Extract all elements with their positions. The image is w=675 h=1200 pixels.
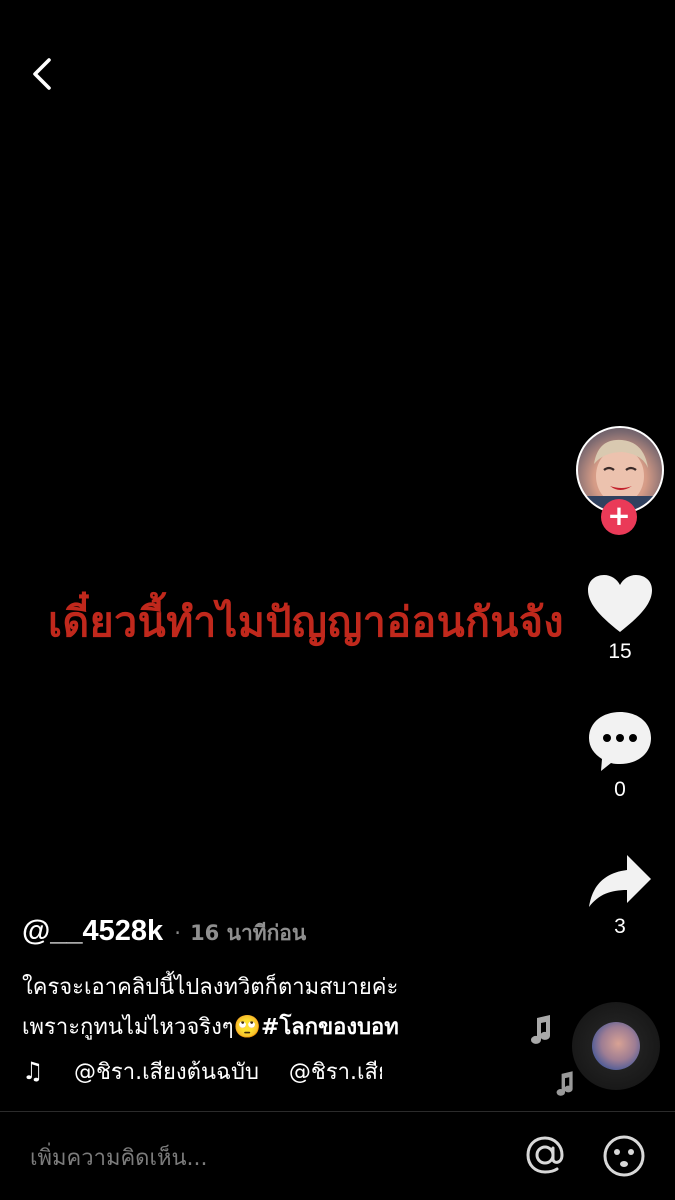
mention-button[interactable] [524, 1134, 566, 1180]
post-time: 16 นาทีก่อน [190, 921, 307, 945]
follow-button[interactable]: + [601, 499, 637, 535]
disc-cover-image [592, 1022, 640, 1070]
heart-icon [588, 575, 652, 632]
emoji-button[interactable] [602, 1134, 646, 1182]
music-ticker[interactable]: ♫ @ชิรา.เสียงต้นฉบับ @ชิรา.เสียงต้นฉบับ [22, 1053, 382, 1089]
meta-separator: · [174, 921, 181, 945]
comment-button[interactable]: 0 [575, 710, 665, 802]
speech-bubble-icon [589, 712, 651, 771]
video-overlay-text: เดี๋ยวนี้ทำไมปัญญาอ่อนกันจัง [48, 598, 564, 646]
music-disc[interactable] [572, 1002, 660, 1090]
post-description: ใครจะเอาคลิปนี้ไปลงทวิตก็ตามสบายค่ะ เพรา… [22, 968, 542, 1048]
post-meta: @__4528k · 16 นาทีก่อน [22, 915, 306, 950]
floating-music-note-icon [528, 1014, 554, 1052]
share-count: 3 [614, 915, 626, 938]
smiley-icon [603, 1135, 645, 1177]
back-button[interactable] [22, 52, 66, 96]
at-sign-icon [526, 1136, 564, 1174]
share-arrow-icon [589, 855, 651, 907]
description-line-1: ใครจะเอาคลิปนี้ไปลงทวิตก็ตามสบายค่ะ [22, 975, 399, 1000]
description-line-2-wrap: เพราะกูทนไม่ไหวจริงๆ🙄#โลกของบอท [22, 1008, 542, 1048]
chevron-left-icon [33, 58, 51, 90]
creator-avatar-group: + [576, 426, 664, 535]
eye-roll-emoji: 🙄 [233, 1015, 262, 1040]
floating-music-note-icon-2 [554, 1070, 576, 1104]
like-count: 15 [608, 640, 632, 663]
comment-count: 0 [614, 778, 626, 801]
hashtag-link[interactable]: #โลกของบอท [261, 1015, 399, 1040]
music-track-text-repeat: @ชิรา.เสียงต้นฉบับ [288, 1060, 382, 1085]
description-line-2: เพราะกูทนไม่ไหวจริงๆ [22, 1015, 234, 1040]
music-track-text[interactable]: @ชิรา.เสียงต้นฉบับ [74, 1060, 259, 1085]
author-username[interactable]: @__4528k [22, 915, 163, 947]
share-button[interactable]: 3 [575, 853, 665, 939]
like-button[interactable]: 15 [575, 574, 665, 664]
comment-input[interactable] [30, 1138, 470, 1178]
comment-bar-divider [0, 1111, 675, 1112]
music-note-icon: ♫ [22, 1057, 44, 1085]
